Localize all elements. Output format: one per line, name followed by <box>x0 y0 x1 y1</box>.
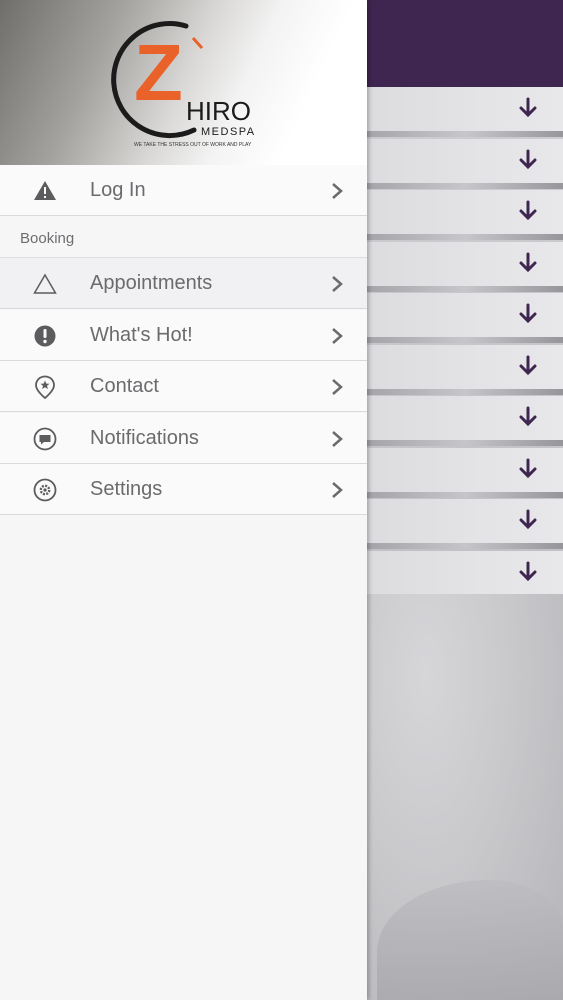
menu-item-whats-hot[interactable]: What's Hot! <box>0 310 367 361</box>
arrow-down-icon[interactable] <box>519 406 537 428</box>
menu-item-notifications[interactable]: Notifications <box>0 413 367 464</box>
menu-item-label: Appointments <box>90 272 213 294</box>
svg-text:WE TAKE THE STRESS OUT OF WORK: WE TAKE THE STRESS OUT OF WORK AND PLAY <box>134 142 252 148</box>
expand-row[interactable] <box>367 448 563 498</box>
expand-row[interactable] <box>367 87 563 137</box>
svg-text:HIRO: HIRO <box>186 96 251 126</box>
svg-text:MEDSPA: MEDSPA <box>201 126 256 138</box>
menu-item-login[interactable]: Log In <box>0 165 367 216</box>
menu-item-label: What's Hot! <box>90 324 193 346</box>
menu-item-appointments[interactable]: Appointments <box>0 258 367 309</box>
chevron-right-icon <box>332 482 343 498</box>
expand-row[interactable] <box>367 139 563 189</box>
chevron-right-icon <box>332 276 343 292</box>
menu-item-label: Log In <box>90 179 146 201</box>
menu-item-settings[interactable]: Settings <box>0 464 367 515</box>
expand-row[interactable] <box>367 242 563 292</box>
chevron-right-icon <box>332 328 343 344</box>
chevron-right-icon <box>332 431 343 447</box>
menu-item-label: Contact <box>90 375 159 397</box>
arrow-down-icon[interactable] <box>519 303 537 325</box>
menu-item-contact[interactable]: Contact <box>0 361 367 412</box>
triangle-icon <box>33 273 57 294</box>
svg-text:Z: Z <box>134 28 183 117</box>
main-header-bar <box>367 0 563 87</box>
expand-row[interactable] <box>367 190 563 240</box>
arrow-down-icon[interactable] <box>519 355 537 377</box>
main-content-panel <box>367 0 563 1000</box>
section-header-booking: Booking <box>0 216 367 258</box>
navigation-drawer: Z HIRO MEDSPA WE TAKE THE STRESS OUT OF … <box>0 0 367 1000</box>
arrow-down-icon[interactable] <box>519 149 537 171</box>
section-label: Booking <box>20 230 75 247</box>
location-pin-icon <box>35 375 55 399</box>
gear-icon <box>33 478 57 502</box>
expand-row[interactable] <box>367 551 563 595</box>
expand-row[interactable] <box>367 345 563 395</box>
expand-row[interactable] <box>367 396 563 446</box>
logo-header: Z HIRO MEDSPA WE TAKE THE STRESS OUT OF … <box>0 0 367 165</box>
arrow-down-icon[interactable] <box>519 200 537 222</box>
expand-row[interactable] <box>367 499 563 549</box>
chiro-medspa-logo: Z HIRO MEDSPA WE TAKE THE STRESS OUT OF … <box>111 21 256 148</box>
chat-bubble-icon <box>33 427 57 451</box>
menu-item-label: Notifications <box>90 427 199 449</box>
arrow-down-icon[interactable] <box>519 458 537 480</box>
arrow-down-icon[interactable] <box>519 561 537 583</box>
expand-row[interactable] <box>367 293 563 343</box>
chevron-right-icon <box>332 183 343 199</box>
warning-icon <box>34 181 56 200</box>
arrow-down-icon[interactable] <box>519 509 537 531</box>
chevron-right-icon <box>332 379 343 395</box>
arrow-down-icon[interactable] <box>519 252 537 274</box>
menu-item-label: Settings <box>90 478 163 500</box>
arrow-down-icon[interactable] <box>519 97 537 119</box>
exclamation-icon <box>34 325 56 347</box>
